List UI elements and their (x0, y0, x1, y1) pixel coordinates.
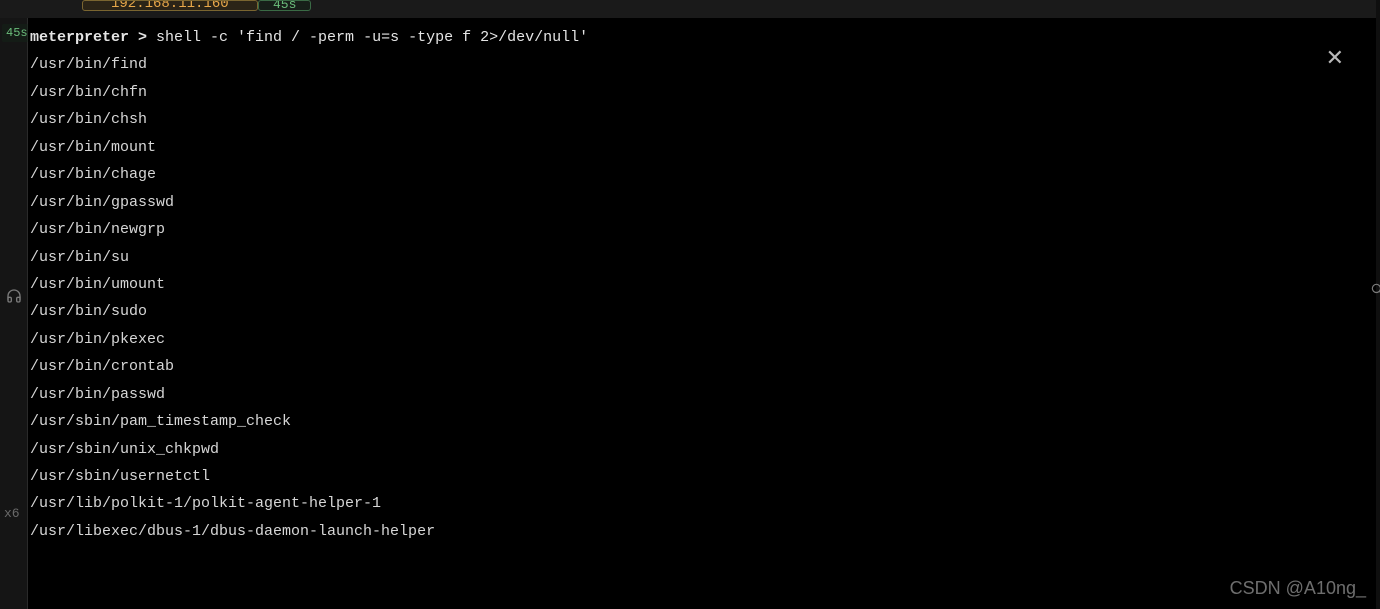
time-badge-top: 45s (258, 0, 311, 11)
headphones-icon[interactable] (6, 288, 22, 309)
output-line: /usr/bin/chfn (30, 79, 1364, 106)
prompt-text: meterpreter > (30, 29, 156, 46)
output-line: /usr/bin/chsh (30, 106, 1364, 133)
output-line: /usr/bin/find (30, 51, 1364, 78)
output-line: /usr/bin/sudo (30, 298, 1364, 325)
watermark: CSDN @A10ng_ (1230, 578, 1366, 599)
output-line: /usr/sbin/pam_timestamp_check (30, 408, 1364, 435)
output-line: /usr/bin/mount (30, 134, 1364, 161)
ip-badge: 192.168.11.160 (82, 0, 258, 11)
output-line: /usr/libexec/dbus-1/dbus-daemon-launch-h… (30, 518, 1364, 545)
output-line: /usr/bin/passwd (30, 381, 1364, 408)
top-bar: 192.168.11.160 45s (0, 0, 1380, 18)
output-line: /usr/bin/umount (30, 271, 1364, 298)
command-text: shell -c 'find / -perm -u=s -type f 2>/d… (156, 29, 588, 46)
side-label: x6 (4, 506, 20, 521)
output-line: /usr/bin/crontab (30, 353, 1364, 380)
output-line: /usr/bin/gpasswd (30, 189, 1364, 216)
prompt-line: meterpreter > shell -c 'find / -perm -u=… (30, 24, 1364, 51)
magnify-icon[interactable] (1370, 282, 1380, 301)
output-line: /usr/bin/su (30, 244, 1364, 271)
output-container: /usr/bin/find/usr/bin/chfn/usr/bin/chsh/… (30, 51, 1364, 545)
output-line: /usr/lib/polkit-1/polkit-agent-helper-1 (30, 490, 1364, 517)
output-line: /usr/bin/pkexec (30, 326, 1364, 353)
right-edge (1376, 0, 1380, 609)
output-line: /usr/sbin/usernetctl (30, 463, 1364, 490)
side-panel: 45s x6 (0, 18, 28, 609)
output-line: /usr/sbin/unix_chkpwd (30, 436, 1364, 463)
output-line: /usr/bin/chage (30, 161, 1364, 188)
close-icon[interactable]: ✕ (1326, 46, 1344, 72)
output-line: /usr/bin/newgrp (30, 216, 1364, 243)
terminal[interactable]: meterpreter > shell -c 'find / -perm -u=… (28, 22, 1366, 609)
